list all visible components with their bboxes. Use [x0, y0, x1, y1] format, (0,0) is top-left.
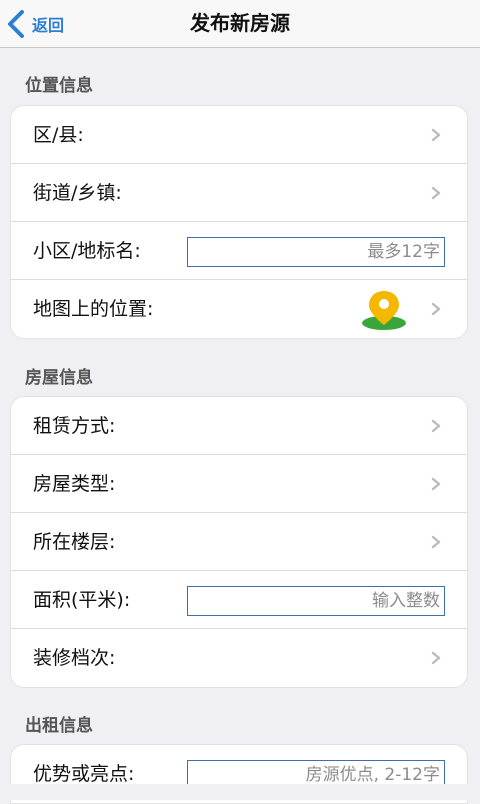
row-map-position[interactable]: 地图上的位置:	[11, 280, 467, 338]
bottom-edge	[0, 784, 480, 800]
chevron-right-icon	[431, 128, 441, 142]
card-house: 租赁方式: 房屋类型: 所在楼层: 面积(平米): 装修档次:	[10, 396, 468, 688]
chevron-right-icon	[431, 302, 441, 316]
row-floor[interactable]: 所在楼层:	[11, 513, 467, 571]
row-community: 小区/地标名:	[11, 222, 467, 280]
card-location: 区/县: 街道/乡镇: 小区/地标名: 地图上的位置:	[10, 105, 468, 339]
community-input[interactable]	[187, 237, 445, 267]
section-title-house: 房屋信息	[25, 368, 93, 388]
map-pin-icon	[362, 291, 406, 330]
row-rent-type[interactable]: 租赁方式:	[11, 397, 467, 455]
chevron-right-icon	[431, 477, 441, 491]
row-label-area: 面积(平米):	[33, 589, 131, 611]
chevron-right-icon	[431, 535, 441, 549]
page-title: 发布新房源	[190, 11, 290, 35]
section-title-location: 位置信息	[25, 76, 93, 96]
chevron-right-icon	[431, 186, 441, 200]
row-house-type[interactable]: 房屋类型:	[11, 455, 467, 513]
row-decoration[interactable]: 装修档次:	[11, 629, 467, 687]
row-label-floor: 所在楼层:	[33, 531, 116, 553]
row-label-street: 街道/乡镇:	[33, 182, 122, 204]
navigation-bar: 返回 发布新房源	[0, 0, 480, 48]
row-area: 面积(平米):	[11, 571, 467, 629]
row-district[interactable]: 区/县:	[11, 106, 467, 164]
section-title-rental: 出租信息	[25, 716, 93, 736]
row-label-community: 小区/地标名:	[33, 240, 141, 262]
row-label-map-position: 地图上的位置:	[33, 298, 154, 320]
row-label-district: 区/县:	[33, 124, 84, 146]
chevron-right-icon	[431, 419, 441, 433]
row-label-rent-type: 租赁方式:	[33, 415, 116, 437]
area-input[interactable]	[187, 586, 445, 616]
row-street[interactable]: 街道/乡镇:	[11, 164, 467, 222]
chevron-right-icon	[431, 651, 441, 665]
row-label-house-type: 房屋类型:	[33, 473, 116, 495]
row-label-decoration: 装修档次:	[33, 647, 116, 669]
